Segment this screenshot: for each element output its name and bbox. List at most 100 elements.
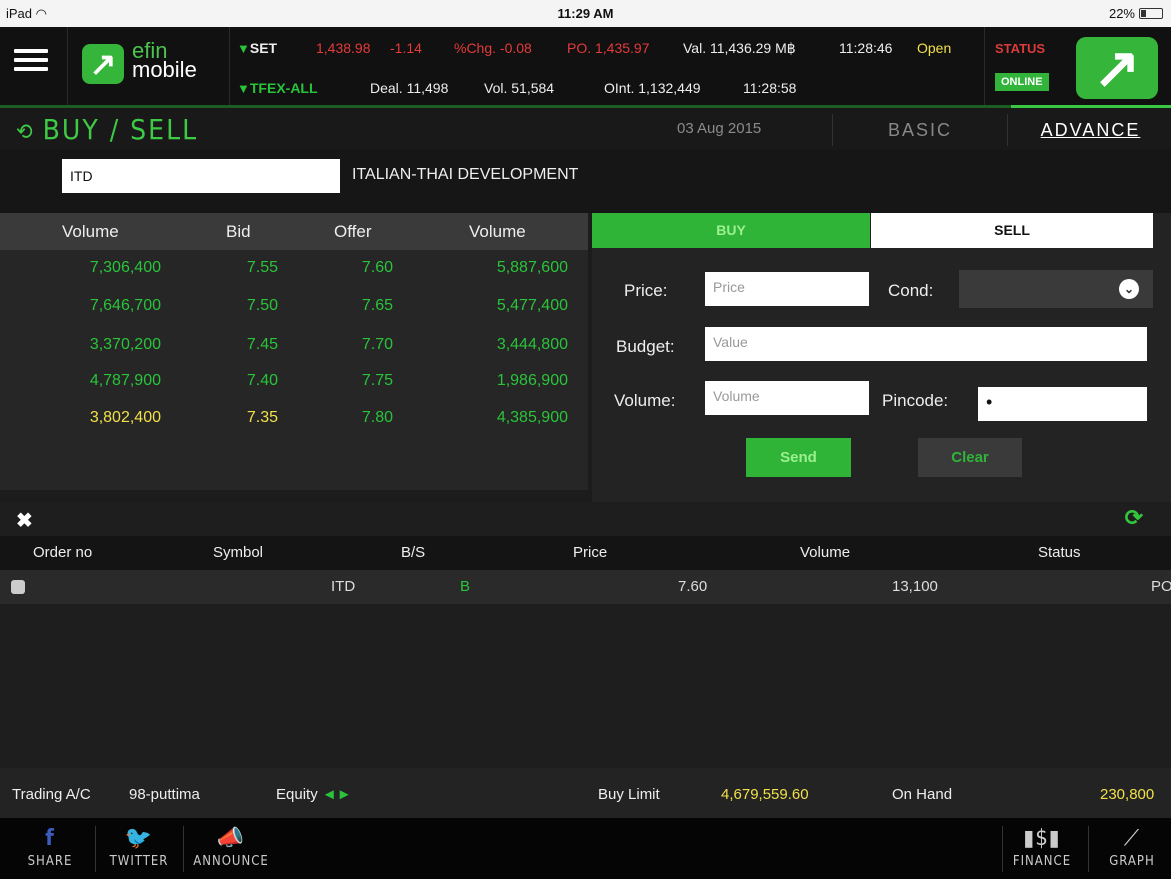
set-change: -1.14 <box>390 40 422 56</box>
tfex-label: TFEX-ALL <box>249 80 318 96</box>
bid-offer-row[interactable]: 7,306,400 7.55 7.60 5,887,600 <box>0 259 588 295</box>
tab-advance[interactable]: ADVANCE <box>1010 114 1171 146</box>
account-label: Trading A/C <box>12 786 91 803</box>
bid-offer-header: Volume Bid Offer Volume <box>0 213 588 250</box>
symbol-row: ITD ITALIAN-THAI DEVELOPMENT <box>0 150 1171 213</box>
bid-volume: 4,787,900 <box>89 372 161 389</box>
volume-label: Volume: <box>614 391 676 410</box>
cond-select[interactable]: ⌄ <box>959 270 1153 308</box>
tab-basic[interactable]: BASIC <box>832 114 1008 146</box>
bid-volume: 3,802,400 <box>89 409 161 426</box>
order-symbol: ITD <box>331 578 356 595</box>
twitter-icon: 🐦 <box>124 826 154 851</box>
graph-button[interactable]: ⟋ GRAPH <box>1102 818 1162 879</box>
order-status: PO <box>1151 578 1171 595</box>
buy-limit-label: Buy Limit <box>598 786 660 803</box>
finance-button[interactable]: ▮$▮ FINANCE <box>1010 818 1074 879</box>
announce-button[interactable]: 📣 ANNOUNCE <box>193 818 269 879</box>
battery-percent: 22% <box>1108 6 1135 21</box>
twitter-button[interactable]: 🐦 TWITTER <box>104 818 174 879</box>
bid-offer-row[interactable]: 3,370,200 7.45 7.70 3,444,800 <box>0 336 588 372</box>
bid-offer-row[interactable]: 4,787,900 7.40 7.75 1,986,900 <box>0 372 588 408</box>
offer-volume: 5,477,400 <box>496 297 568 314</box>
close-icon[interactable]: ✖ <box>16 508 33 533</box>
bid-offer-table: Volume Bid Offer Volume 7,306,400 7.55 7… <box>0 213 588 490</box>
pincode-label: Pincode: <box>882 391 949 410</box>
header-bs: B/S <box>401 544 426 561</box>
hamburger-menu-icon[interactable] <box>14 49 48 81</box>
nav-divider <box>1002 826 1003 872</box>
ios-status-bar: iPad ◠ 11:29 AM 22% <box>0 0 1171 27</box>
order-volume: 13,100 <box>892 578 938 595</box>
nav-divider <box>183 826 184 872</box>
offer-volume: 1,986,900 <box>496 372 568 389</box>
offer-price: 7.60 <box>361 259 393 276</box>
bid-offer-row[interactable]: 3,802,400 7.35 7.80 4,385,900 <box>0 409 588 445</box>
connection-status: STATUS ONLINE <box>984 27 1062 105</box>
send-button[interactable]: Send <box>746 438 851 477</box>
bid-volume: 7,646,700 <box>89 297 161 314</box>
header-price: Price <box>573 544 608 561</box>
bid-price: 7.35 <box>246 409 278 426</box>
bid-price: 7.45 <box>246 336 278 353</box>
megaphone-icon: 📣 <box>216 826 246 851</box>
header-offer-volume: Volume <box>469 222 526 241</box>
set-label: SET <box>249 40 278 56</box>
refresh-icon[interactable]: ⟳ <box>1125 505 1143 531</box>
page-subheader: ⟲ BUY / SELL 03 Aug 2015 BASIC ADVANCE <box>0 108 1171 150</box>
logo-text: efin mobile <box>132 40 197 81</box>
clock: 11:29 AM <box>557 6 614 21</box>
buy-limit-value: 4,679,559.60 <box>721 786 809 803</box>
on-hand-value: 230,800 <box>1100 786 1155 803</box>
bid-volume: 7,306,400 <box>89 259 161 276</box>
orders-header: Order no Symbol B/S Price Volume Status <box>0 536 1171 570</box>
tfex-oint: OInt. 1,132,449 <box>604 80 701 96</box>
orders-panel: ✖ ⟳ Order no Symbol B/S Price Volume Sta… <box>0 502 1171 768</box>
account-type[interactable]: Equity ◄► <box>276 786 352 803</box>
row-checkbox[interactable] <box>11 580 25 594</box>
offer-volume: 3,444,800 <box>496 336 568 353</box>
table-row[interactable]: ITD B 7.60 13,100 PO <box>0 570 1171 604</box>
symbol-input[interactable]: ITD <box>62 159 340 193</box>
pincode-input[interactable]: • <box>978 387 1147 421</box>
offer-volume: 5,887,600 <box>496 259 568 276</box>
header-offer: Offer <box>334 222 372 241</box>
tfex-deal: Deal. 11,498 <box>370 80 449 96</box>
line-chart-icon: ⟋ <box>1123 826 1141 851</box>
volume-input[interactable]: Volume <box>705 381 869 415</box>
page-title: ⟲ BUY / SELL <box>16 113 198 146</box>
app-header: ↗ efin mobile ▼SET 1,438.98 -1.14 %Chg. -… <box>0 27 1171 105</box>
tab-sell[interactable]: SELL <box>871 213 1153 248</box>
logo-arrow-icon: ↗ <box>82 44 124 84</box>
order-side: B <box>460 578 471 595</box>
budget-input[interactable]: Value <box>705 327 1147 361</box>
offer-price: 7.80 <box>361 409 393 426</box>
tfex-ticker-label[interactable]: ▼TFEX-ALL <box>237 80 318 96</box>
offer-price: 7.65 <box>361 297 393 314</box>
bid-offer-row[interactable]: 7,646,700 7.50 7.65 5,477,400 <box>0 297 588 333</box>
share-label: SHARE <box>27 854 73 869</box>
order-panel: BUY SELL Price: Price Cond: ⌄ Budget: Va… <box>592 213 1171 502</box>
order-price: 7.60 <box>678 578 708 595</box>
share-button[interactable]: f SHARE <box>20 818 80 879</box>
account-value[interactable]: 98-puttima <box>129 786 200 803</box>
exchange-icon: ⟲ <box>16 120 35 145</box>
clear-button[interactable]: Clear <box>918 438 1022 477</box>
price-input[interactable]: Price <box>705 272 869 306</box>
market-state: Open <box>917 40 952 56</box>
set-ticker-label[interactable]: ▼SET <box>237 40 277 56</box>
account-type-label: Equity <box>276 786 318 803</box>
tfex-volume: Vol. 51,584 <box>484 80 555 96</box>
tab-buy[interactable]: BUY <box>592 213 870 248</box>
brand-logo-icon: ↗ <box>1076 37 1158 99</box>
account-info-bar: Trading A/C 98-puttima Equity ◄► Buy Lim… <box>0 768 1171 818</box>
set-pct-change: %Chg. -0.08 <box>454 40 532 56</box>
bid-price: 7.40 <box>246 372 278 389</box>
announce-label: ANNOUNCE <box>193 854 269 869</box>
battery-icon <box>1139 8 1163 19</box>
app-logo: ↗ efin mobile <box>67 27 230 105</box>
offer-price: 7.75 <box>361 372 393 389</box>
header-bid: Bid <box>226 222 251 241</box>
tfex-time: 11:28:58 <box>743 80 797 96</box>
down-triangle-icon: ▼ <box>237 81 250 96</box>
